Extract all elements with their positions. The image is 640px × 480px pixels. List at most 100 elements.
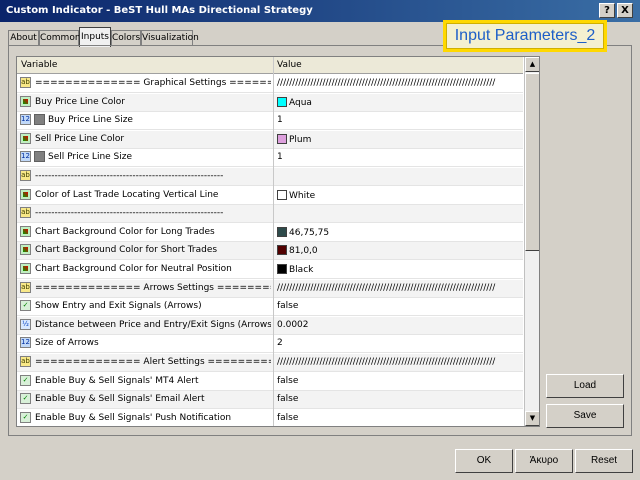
variable-label: Chart Background Color for Short Trades xyxy=(35,245,218,256)
value-cell[interactable]: 0.0002 xyxy=(277,320,521,330)
value-text: false xyxy=(277,394,299,405)
value-cell[interactable]: ////////////////////////////////////////… xyxy=(277,78,521,88)
tab-inputs[interactable]: Inputs xyxy=(79,27,111,47)
scroll-thumb[interactable] xyxy=(525,73,539,251)
ab-icon: ab xyxy=(20,281,31,293)
variable-label: Chart Background Color for Neutral Posit… xyxy=(35,264,232,274)
value-cell[interactable]: 1 xyxy=(277,115,521,125)
variable-label: Sell Price Line Size xyxy=(48,152,133,163)
color-swatch-icon xyxy=(277,189,287,200)
bool-icon: ✓ xyxy=(20,393,31,405)
value-text: 2 xyxy=(277,338,283,349)
close-button[interactable]: X xyxy=(617,3,633,18)
variable-label: Size of Arrows xyxy=(35,338,99,349)
value-text: Black xyxy=(289,265,314,275)
load-button[interactable]: Load xyxy=(546,374,624,398)
variable-label: Chart Background Color for Long Trades xyxy=(35,226,215,237)
variable-label: ============== Graphical Settings ======… xyxy=(35,78,271,88)
ab-icon: ab xyxy=(20,170,31,181)
value-cell[interactable]: ////////////////////////////////////////… xyxy=(277,283,521,293)
table-row[interactable]: ✓ Enable Buy & Sell Signals' Push Notific… xyxy=(17,410,523,426)
ok-button[interactable]: OK xyxy=(455,449,513,473)
value-cell[interactable]: false xyxy=(277,413,521,423)
table-row[interactable]: Sell Price Line Color Plum xyxy=(17,130,523,149)
tab-visualization[interactable]: Visualization xyxy=(141,30,199,46)
value-text: false xyxy=(277,301,299,312)
table-row[interactable]: ✓ Show Entry and Exit Signals (Arrows) fal… xyxy=(17,298,523,317)
bool-icon: ✓ xyxy=(20,374,31,386)
scroll-up-icon[interactable]: ▲ xyxy=(525,57,539,72)
ab-icon: ab xyxy=(20,207,31,219)
color-swatch-icon xyxy=(277,226,287,237)
color-icon xyxy=(20,244,31,256)
variable-label: Enable Buy & Sell Signals' Email Alert xyxy=(35,394,205,405)
variable-label: ----------------------------------------… xyxy=(35,171,224,181)
column-header-value[interactable]: Value xyxy=(277,60,302,70)
value-cell[interactable]: false xyxy=(277,376,521,386)
value-cell[interactable]: ////////////////////////////////////////… xyxy=(277,357,521,367)
value-cell[interactable]: 81,0,0 xyxy=(277,245,521,256)
input-parameters-banner: Input Parameters_2 xyxy=(443,20,607,52)
vertical-scrollbar[interactable]: ▲ ▼ xyxy=(524,57,539,426)
int-icon: 123 xyxy=(20,151,31,163)
banner-text: Input Parameters_2 xyxy=(446,23,604,49)
table-row[interactable]: ab --------------------------------------… xyxy=(17,205,523,224)
tab-about[interactable]: About xyxy=(8,30,39,46)
table-row[interactable]: Chart Background Color for Long Trades 46… xyxy=(17,224,523,242)
table-row[interactable]: ab --------------------------------------… xyxy=(17,168,523,186)
value-cell[interactable]: White xyxy=(277,189,521,201)
color-swatch-icon xyxy=(277,96,287,107)
table-row[interactable]: ab ============== Arrows Settings =======… xyxy=(17,279,523,298)
table-row[interactable]: ✓ Enable Buy & Sell Signals' MT4 Alert fal… xyxy=(17,373,523,391)
value-text: 0.0002 xyxy=(277,319,309,330)
value-text: 1 xyxy=(277,152,283,163)
table-row[interactable]: ab ============== Alert Settings ========… xyxy=(17,354,523,372)
value-text: false xyxy=(277,412,299,423)
value-cell[interactable]: Plum xyxy=(277,133,521,145)
grid-header: Variable Value xyxy=(17,57,523,74)
variable-label: ============== Alert Settings ==========… xyxy=(35,357,271,367)
table-row[interactable]: ab ============== Graphical Settings ====… xyxy=(17,75,523,93)
table-row[interactable]: ✓ Enable Buy & Sell Signals' Email Alert f… xyxy=(17,391,523,410)
value-cell[interactable]: 1 xyxy=(277,152,521,162)
table-row[interactable]: Color of Last Trade Locating Vertical Li… xyxy=(17,187,523,205)
value-cell[interactable]: Aqua xyxy=(277,96,521,108)
column-header-variable[interactable]: Variable xyxy=(21,60,57,70)
table-row[interactable]: 123 Buy Price Line Size 1 xyxy=(17,112,523,131)
cancel-button[interactable]: Άκυρο xyxy=(515,449,573,473)
bool-icon: ✓ xyxy=(20,411,31,423)
inputs-grid: Variable Value ab ============== Graphica… xyxy=(16,56,540,427)
value-cell[interactable]: false xyxy=(277,394,521,404)
color-icon xyxy=(20,263,31,274)
table-row[interactable]: 123 Size of Arrows 2 xyxy=(17,335,523,354)
value-cell[interactable]: false xyxy=(277,301,521,311)
grey-square-icon xyxy=(34,114,45,126)
reset-button[interactable]: Reset xyxy=(575,449,633,473)
column-separator xyxy=(273,57,274,426)
tab-common[interactable]: Common xyxy=(39,30,81,46)
value-text: ////////////////////////////////////////… xyxy=(277,282,496,293)
variable-label: Show Entry and Exit Signals (Arrows) xyxy=(35,301,202,312)
table-row[interactable]: Buy Price Line Color Aqua xyxy=(17,93,523,112)
int-icon: 123 xyxy=(20,114,31,126)
color-swatch-icon xyxy=(277,133,287,144)
window-title: Custom Indicator - BeST Hull MAs Directi… xyxy=(6,5,313,16)
table-row[interactable]: 123 Sell Price Line Size 1 xyxy=(17,149,523,168)
value-text: ////////////////////////////////////////… xyxy=(277,78,496,88)
value-text: ////////////////////////////////////////… xyxy=(277,357,496,367)
value-cell[interactable]: 2 xyxy=(277,338,521,348)
scroll-down-icon[interactable]: ▼ xyxy=(525,411,539,426)
value-text: White xyxy=(289,190,316,201)
table-row[interactable]: Chart Background Color for Neutral Posit… xyxy=(17,261,523,279)
variable-label: Enable Buy & Sell Signals' MT4 Alert xyxy=(35,375,199,386)
table-row[interactable]: Chart Background Color for Short Trades 8… xyxy=(17,242,523,261)
grey-square-icon xyxy=(34,151,45,163)
save-button[interactable]: Save xyxy=(546,404,624,428)
table-row[interactable]: ½ Distance between Price and Entry/Exit S… xyxy=(17,316,523,335)
bool-icon: ✓ xyxy=(20,300,31,312)
ab-icon: ab xyxy=(20,356,31,367)
value-cell[interactable]: 46,75,75 xyxy=(277,226,521,238)
tab-colors[interactable]: Colors xyxy=(111,30,141,46)
help-button[interactable]: ? xyxy=(599,3,615,18)
value-cell[interactable]: Black xyxy=(277,264,521,275)
